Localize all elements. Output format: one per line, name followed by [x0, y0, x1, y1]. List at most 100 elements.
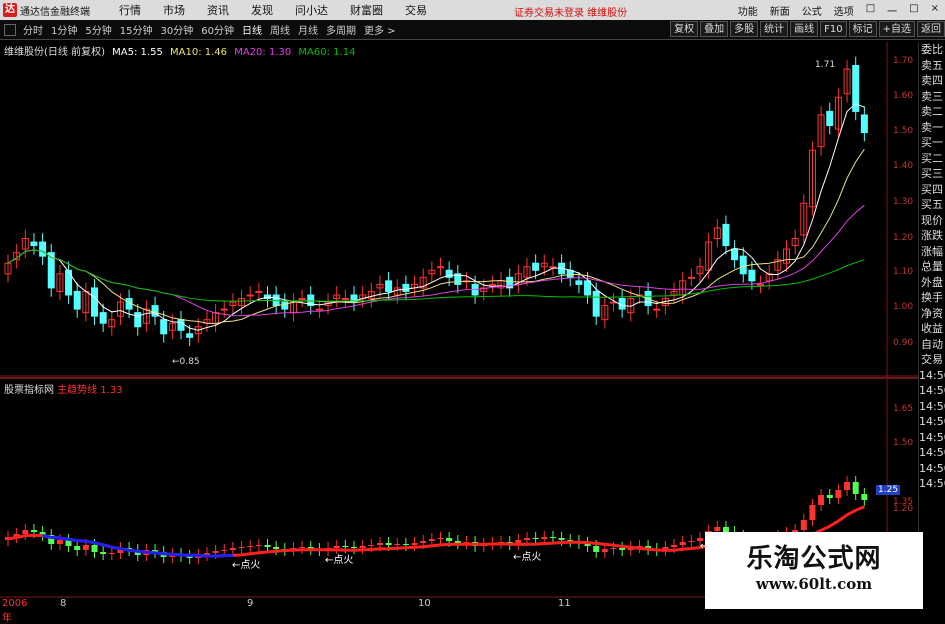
candle-body	[186, 333, 194, 338]
sidebar-item[interactable]: 买五	[919, 197, 945, 213]
candle-body	[584, 280, 592, 296]
sub-candle-body	[818, 495, 825, 505]
sub-candle-body	[56, 540, 63, 544]
sub-candle-body	[558, 538, 565, 540]
price-tick: 1.60	[893, 91, 914, 101]
candle-body	[30, 241, 38, 247]
panel-separator[interactable]	[0, 377, 918, 379]
candle-body	[532, 262, 540, 271]
sidebar-item[interactable]: 买一	[919, 135, 945, 151]
sidebar-item[interactable]: 14:50	[919, 476, 945, 492]
sidebar-item[interactable]: 委比	[919, 42, 945, 58]
high-label: 1.71	[815, 60, 836, 70]
date-m11: 11	[558, 598, 571, 609]
ma10-line	[7, 148, 865, 325]
sidebar-item[interactable]: 卖四	[919, 73, 945, 89]
price-tick: 1.30	[893, 197, 914, 207]
ma5-line	[7, 103, 865, 331]
sub-candle-body	[411, 543, 418, 545]
sidebar-item[interactable]: 涨幅	[919, 244, 945, 260]
price-tick: 1.50	[893, 126, 914, 136]
sidebar-item[interactable]: 14:50	[919, 399, 945, 415]
sidebar-item[interactable]: 卖五	[919, 58, 945, 74]
candle-body	[731, 248, 739, 261]
indicator-line-label: 主趋势线	[57, 385, 98, 396]
fire-label: ←点火	[325, 554, 353, 566]
price-tick: 1.40	[893, 161, 914, 171]
sub-candle-body	[549, 537, 556, 538]
sidebar-item[interactable]: 14:50	[919, 461, 945, 477]
sub-candle-body	[238, 547, 245, 548]
sub-candle-body	[593, 546, 600, 552]
sidebar-item[interactable]: 交易	[919, 352, 945, 368]
sub-candle-body	[688, 541, 695, 542]
sidebar-item[interactable]: 现价	[919, 213, 945, 229]
sidebar-item[interactable]: 卖一	[919, 120, 945, 136]
sidebar-item[interactable]: 卖二	[919, 104, 945, 120]
sub-candle-body	[541, 537, 548, 539]
sidebar-item[interactable]: 总量	[919, 259, 945, 275]
candle-body	[860, 114, 868, 134]
candle-body	[246, 294, 254, 297]
sidebar-item[interactable]: 净资	[919, 306, 945, 322]
sub-candle-body	[385, 543, 392, 545]
sub-panel-header: 股票指标网 主趋势线 1.33	[4, 381, 123, 396]
sidebar-item[interactable]: 买四	[919, 182, 945, 198]
sidebar-item[interactable]: 卖三	[919, 89, 945, 105]
sub-candle-body	[420, 541, 427, 543]
sidebar-item[interactable]: 买三	[919, 166, 945, 182]
candle-body	[134, 312, 142, 328]
sub-candle-body	[212, 551, 219, 553]
sub-candle-body	[714, 527, 721, 531]
sidebar-item[interactable]: 收益	[919, 321, 945, 337]
candle-body	[255, 290, 263, 293]
candle-body	[73, 290, 81, 310]
candle-body	[220, 308, 228, 311]
price-tick: 1.20	[893, 233, 914, 243]
sub-candle-body	[601, 549, 608, 552]
sidebar-item[interactable]: 换手	[919, 290, 945, 306]
sub-candle-body	[394, 544, 401, 545]
toolbar-button[interactable]: 返回	[917, 21, 945, 37]
sidebar-item[interactable]: 14:50	[919, 383, 945, 399]
candle-body	[739, 255, 747, 275]
candle-body	[177, 319, 185, 331]
sub-candle-body	[800, 520, 807, 530]
sub-candle-body	[22, 530, 29, 534]
candle-body	[575, 280, 583, 285]
date-year: 2006年	[2, 598, 28, 624]
sidebar-item[interactable]: 买二	[919, 151, 945, 167]
sub-candle-body	[82, 545, 89, 550]
sidebar-item[interactable]: 自动	[919, 337, 945, 353]
sub-candle-body	[100, 552, 107, 554]
sidebar-item[interactable]: 14:50	[919, 414, 945, 430]
sidebar-item[interactable]: 14:50	[919, 445, 945, 461]
candle-body	[687, 276, 695, 279]
candle-body	[315, 308, 323, 311]
sidebar-item[interactable]: 14:50	[919, 368, 945, 384]
sub-candle-body	[91, 545, 98, 552]
sub-candle-body	[255, 545, 262, 546]
candle-body	[160, 319, 168, 335]
sub-candle-body	[437, 538, 444, 539]
quote-sidebar: 委比 卖五 卖四 卖三 卖二 卖一 买一 买二 买三 买四 买五 现价 涨跌 涨幅 总量 外盘 换手 净资 收益 自动…	[918, 42, 945, 609]
sub-candle-body	[264, 545, 271, 547]
candle-body	[437, 266, 444, 269]
sub-candle-body	[610, 548, 617, 549]
sub-candle-body	[368, 545, 375, 546]
sub-candle-body	[221, 550, 228, 551]
sub-candle-body	[446, 538, 453, 541]
indicator-name: 股票指标网	[4, 385, 54, 396]
ma20-line	[7, 204, 865, 317]
sub-candle-body	[826, 495, 833, 498]
candle-body	[341, 298, 349, 301]
sub-candle-body	[229, 548, 236, 550]
sidebar-item[interactable]: 14:50	[919, 430, 945, 446]
sidebar-item[interactable]: 外盘	[919, 275, 945, 291]
sidebar-item[interactable]: 涨跌	[919, 228, 945, 244]
candle-body	[748, 269, 756, 282]
sub-candle-body	[342, 546, 349, 547]
kline-chart[interactable]: ←点火←点火←点火←点火	[0, 0, 918, 609]
window-button[interactable]: ×	[931, 3, 939, 18]
fire-label: ←点火	[513, 551, 541, 563]
